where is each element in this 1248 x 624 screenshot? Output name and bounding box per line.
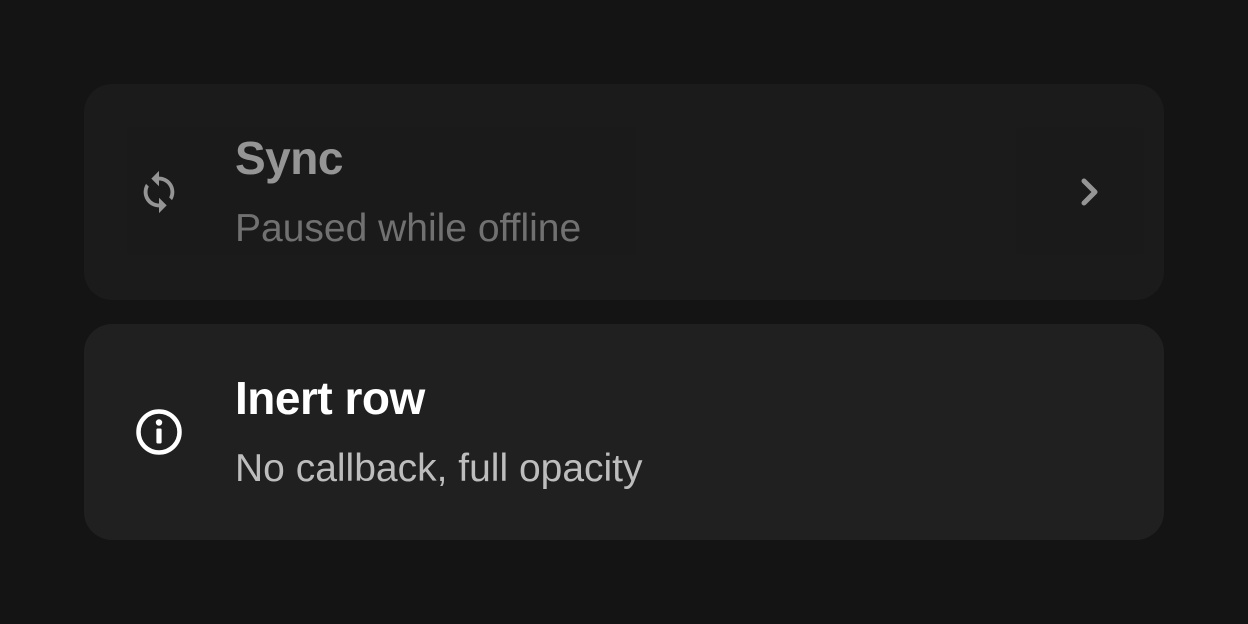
sync-row[interactable]: Sync Paused while offline (84, 84, 1164, 300)
inert-row-title: Inert row (235, 372, 425, 424)
inert-row-subtitle: No callback, full opacity (235, 447, 643, 490)
inert-row-text: Inert row No callback, full opacity (235, 370, 643, 494)
sync-row-text: Sync Paused while offline (235, 130, 581, 254)
inert-row: Inert row No callback, full opacity (84, 324, 1164, 540)
settings-list: Sync Paused while offline Inert row No c… (84, 84, 1164, 540)
sync-row-title: Sync (235, 132, 343, 184)
info-icon (134, 407, 184, 457)
sync-row-subtitle: Paused while offline (235, 207, 582, 250)
chevron-right-icon (1076, 174, 1104, 210)
sync-icon (134, 167, 184, 217)
